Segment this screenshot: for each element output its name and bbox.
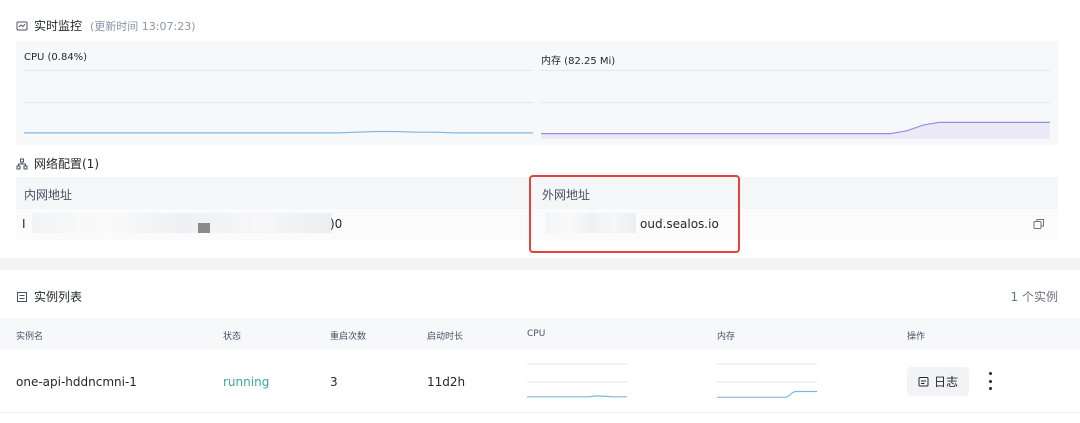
redaction-block	[198, 223, 210, 233]
col-status: 状态	[223, 332, 242, 342]
network-icon	[16, 158, 28, 170]
monitor-panel: CPU (0.84%) 内存 (82.25 Mi)	[16, 41, 1058, 145]
col-actions: 操作	[907, 332, 926, 342]
instances-table-header: 实例名 状态 重启次数 启动时长 CPU 内存 操作	[0, 318, 1080, 349]
col-cpu: CPU	[527, 329, 546, 339]
internal-address-redacted	[32, 213, 332, 233]
log-icon	[918, 376, 929, 387]
instance-restarts: 3	[330, 375, 338, 389]
col-restarts: 重启次数	[330, 332, 367, 342]
log-button[interactable]: 日志	[907, 367, 969, 396]
memory-chart-area	[541, 122, 1050, 139]
highlight-box	[529, 175, 740, 253]
list-icon	[16, 291, 28, 303]
more-icon[interactable]	[985, 372, 995, 390]
col-uptime: 启动时长	[427, 332, 464, 342]
instance-uptime: 11d2h	[427, 375, 466, 389]
instance-count: 1 个实例	[1010, 290, 1058, 304]
update-time: (更新时间 13:07:23)	[90, 19, 196, 33]
instance-name: one-api-hddncmni-1	[16, 375, 137, 389]
internal-address-suffix: )0	[330, 217, 343, 231]
copy-icon[interactable]	[1033, 218, 1045, 230]
cpu-chart-label: CPU (0.84%)	[24, 52, 88, 63]
instances-title: 实例列表	[34, 290, 83, 304]
row-memory-sparkline	[717, 363, 817, 398]
memory-chart-label: 内存 (82.25 Mi)	[541, 56, 616, 67]
internal-address-prefix: I	[22, 217, 26, 231]
monitor-card: 实时监控 (更新时间 13:07:23) CPU (0.84%) 内存 (82.…	[0, 0, 1080, 258]
log-label: 日志	[933, 375, 958, 389]
row-divider	[0, 412, 1080, 413]
row-cpu-line	[527, 395, 627, 398]
col-memory: 内存	[717, 332, 736, 342]
internal-address-header: 内网地址	[24, 188, 73, 202]
row-memory-line	[717, 390, 817, 398]
monitor-icon	[16, 20, 28, 32]
network-header: 网络配置(1)	[16, 155, 99, 172]
cpu-chart	[24, 69, 533, 134]
monitor-header: 实时监控 (更新时间 13:07:23)	[16, 17, 196, 34]
instance-status: running	[223, 375, 270, 389]
row-cpu-sparkline	[527, 363, 627, 398]
memory-chart	[541, 69, 1050, 139]
monitor-title: 实时监控	[34, 19, 83, 33]
col-name: 实例名	[16, 332, 44, 342]
network-title: 网络配置(1)	[34, 157, 99, 171]
cpu-chart-line	[24, 130, 533, 134]
instances-header: 实例列表	[16, 288, 82, 305]
